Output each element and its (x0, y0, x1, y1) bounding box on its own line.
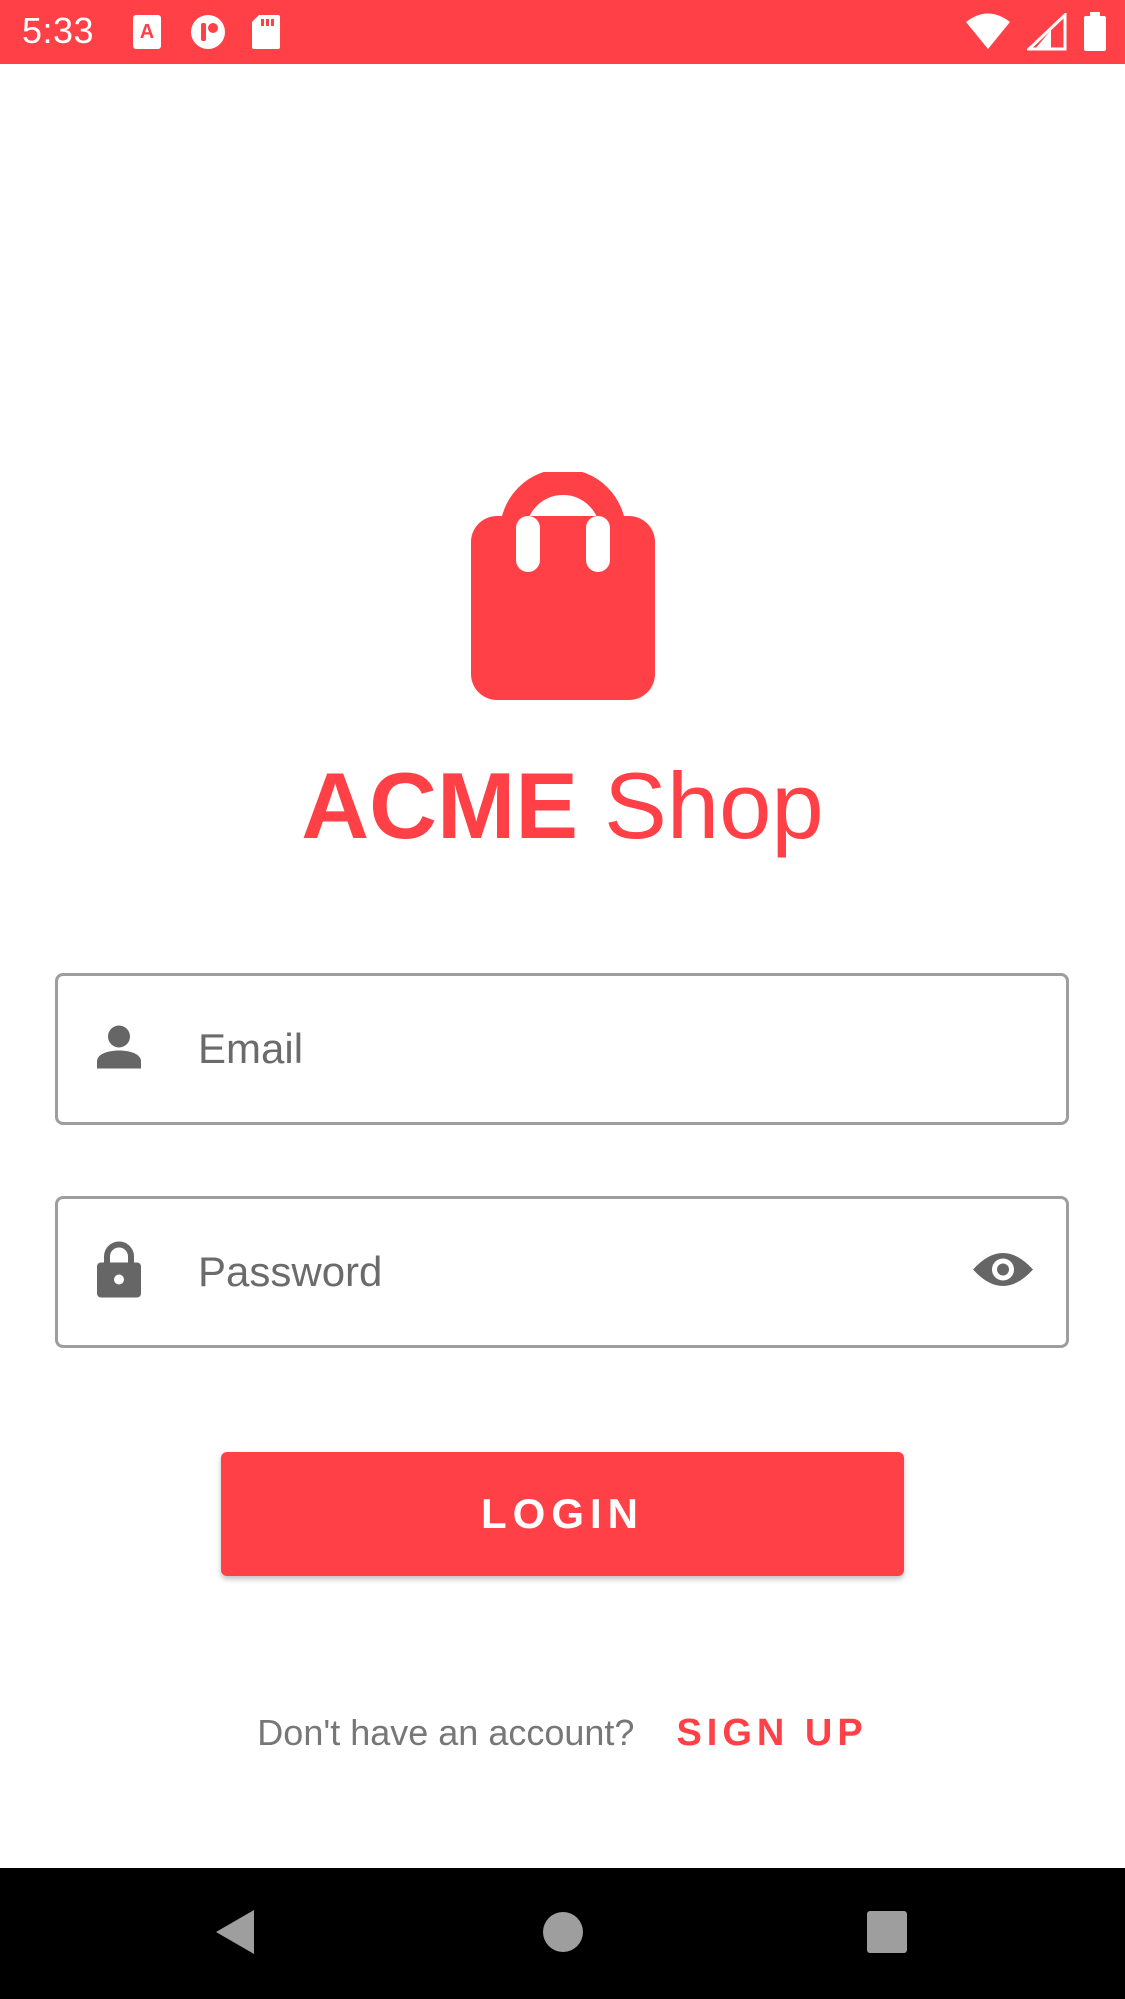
status-right-icons (965, 11, 1107, 57)
lock-icon (96, 1241, 142, 1304)
status-bar: 5:33 A (0, 0, 1125, 64)
signal-icon (1025, 11, 1067, 56)
battery-icon (1083, 12, 1107, 57)
recents-icon[interactable] (866, 1908, 908, 1961)
brand-name-light: Shop (604, 753, 824, 858)
brand-name-bold: ACME (301, 753, 579, 858)
password-input[interactable] (198, 1199, 978, 1345)
eye-icon[interactable] (972, 1249, 1034, 1296)
password-field[interactable] (55, 1196, 1069, 1348)
email-input[interactable] (198, 976, 978, 1122)
text-a-icon: A (132, 14, 162, 55)
brand-title: ACME Shop (0, 752, 1125, 860)
signup-row: Don't have an account? SIGN UP (0, 1708, 1125, 1758)
navigation-bar (0, 1868, 1125, 1999)
login-button[interactable]: LOGIN (221, 1452, 904, 1576)
email-field[interactable] (55, 973, 1069, 1125)
shopping-bag-icon (471, 469, 655, 700)
wifi-icon (965, 13, 1011, 56)
signup-prompt: Don't have an account? (257, 1712, 635, 1753)
svg-text:A: A (140, 21, 154, 43)
app-badge-icon (188, 14, 228, 55)
person-icon (96, 1024, 142, 1075)
sd-card-icon (251, 14, 281, 55)
status-time: 5:33 (22, 10, 95, 51)
home-icon[interactable] (542, 1908, 584, 1961)
back-icon[interactable] (214, 1908, 256, 1961)
signup-link[interactable]: SIGN UP (676, 1712, 867, 1755)
